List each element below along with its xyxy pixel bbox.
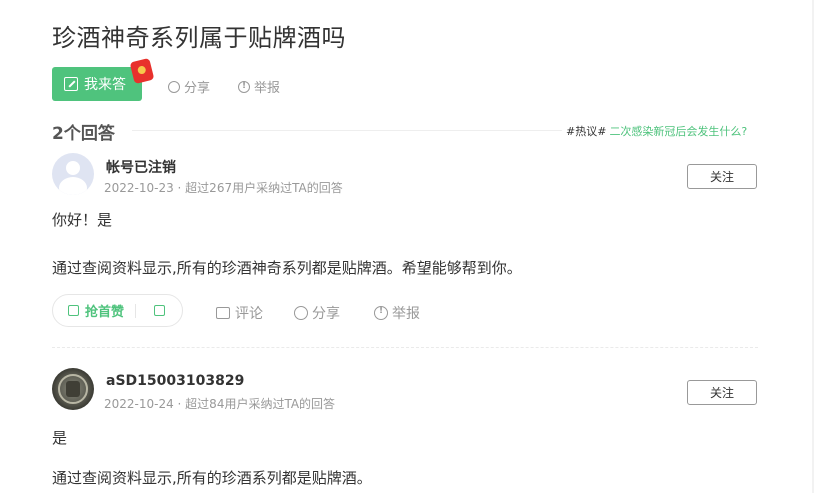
answer-1-username[interactable]: 帐号已注销 — [106, 157, 176, 177]
answer-count: 2个回答 — [52, 124, 115, 144]
answer-button-label: 我来答 — [84, 77, 126, 93]
comment-label: 评论 — [235, 306, 263, 322]
answer-button[interactable]: 我来答 — [52, 67, 142, 101]
coin-avatar[interactable] — [52, 368, 94, 410]
redpacket-icon[interactable] — [129, 57, 155, 85]
answer-1-report-label: 举报 — [392, 306, 420, 322]
answer-1-share-link[interactable]: 分享 — [294, 303, 340, 323]
question-report-link[interactable]: ! 举报 — [238, 77, 280, 96]
thumb-down-icon — [153, 305, 165, 316]
answer-2-line-2: 通过查阅资料显示,所有的珍酒系列都是贴牌酒。 — [52, 469, 372, 487]
answer-1-follow-button[interactable]: 关注 — [687, 164, 757, 189]
header-divider — [132, 130, 562, 131]
question-share-label: 分享 — [184, 81, 211, 96]
answer-2-meta: 2022-10-24 · 超过84用户采纳过TA的回答 — [104, 397, 336, 411]
question-title: 珍酒神奇系列属于贴牌酒吗 — [52, 24, 346, 52]
answer-1-meta: 2022-10-23 · 超过267用户采纳过TA的回答 — [104, 181, 343, 195]
report-icon: ! — [238, 80, 250, 93]
downvote-button[interactable] — [136, 305, 182, 316]
upvote-button[interactable]: 抢首赞 — [53, 301, 135, 320]
answer-1-line-2: 通过查阅资料显示,所有的珍酒神奇系列都是贴牌酒。希望能够帮到你。 — [52, 259, 522, 277]
answer-divider — [52, 347, 758, 348]
answer-2-line-1: 是 — [52, 429, 68, 447]
answer-1-line-1: 你好！是 — [52, 211, 113, 229]
report-icon: ! — [374, 306, 388, 320]
comment-icon — [216, 307, 230, 319]
answer-2-follow-button[interactable]: 关注 — [687, 380, 757, 405]
answer-1-report-link[interactable]: ! 举报 — [374, 303, 420, 323]
share-icon — [294, 306, 308, 320]
thumb-up-icon — [68, 305, 79, 316]
upvote-label: 抢首赞 — [85, 305, 125, 320]
hot-topic-link[interactable]: 二次感染新冠后会发生什么? — [609, 125, 747, 138]
default-avatar[interactable] — [52, 153, 94, 195]
answer-1-share-label: 分享 — [312, 306, 340, 322]
answer-2-username[interactable]: aSD15003103829 — [106, 373, 244, 389]
share-icon — [168, 80, 180, 93]
question-share-link[interactable]: 分享 — [168, 77, 210, 96]
vote-control: 抢首赞 — [52, 294, 183, 327]
hot-topic[interactable]: #热议# 二次感染新冠后会发生什么? — [566, 123, 747, 139]
question-report-label: 举报 — [254, 81, 281, 96]
comment-link[interactable]: 评论 — [216, 303, 263, 323]
edit-icon — [64, 77, 78, 91]
hot-tag: #热议# — [566, 125, 607, 138]
